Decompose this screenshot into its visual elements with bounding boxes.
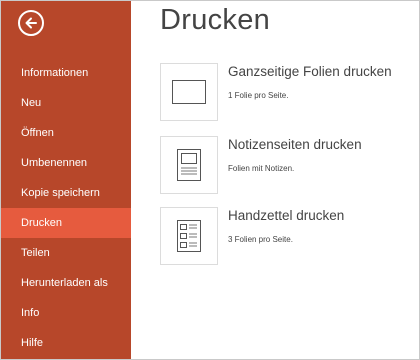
backstage-nav: Informationen Neu Öffnen Umbenennen Kopi… <box>1 58 131 358</box>
nav-item-informationen[interactable]: Informationen <box>1 58 131 88</box>
print-panel: Drucken Ganzseitige Folien drucken 1 Fol… <box>131 1 419 359</box>
option-thumbnail <box>160 207 218 265</box>
print-handouts-option[interactable]: Handzettel drucken 3 Folien pro Seite. <box>160 207 410 265</box>
backstage-sidebar: Informationen Neu Öffnen Umbenennen Kopi… <box>1 1 131 359</box>
option-title: Handzettel drucken <box>228 208 345 223</box>
back-arrow-icon <box>25 17 37 29</box>
option-thumbnail <box>160 63 218 121</box>
notes-page-icon <box>177 149 201 181</box>
nav-item-neu[interactable]: Neu <box>1 88 131 118</box>
print-full-page-slides-option[interactable]: Ganzseitige Folien drucken 1 Folie pro S… <box>160 63 410 121</box>
handout-icon <box>177 220 201 252</box>
option-description: 1 Folie pro Seite. <box>228 91 289 100</box>
option-thumbnail <box>160 136 218 194</box>
page-title: Drucken <box>160 4 271 36</box>
back-button[interactable] <box>18 10 44 36</box>
option-description: Folien mit Notizen. <box>228 164 295 173</box>
nav-item-kopie-speichern[interactable]: Kopie speichern <box>1 178 131 208</box>
option-description: 3 Folien pro Seite. <box>228 235 293 244</box>
nav-item-oeffnen[interactable]: Öffnen <box>1 118 131 148</box>
nav-item-umbenennen[interactable]: Umbenennen <box>1 148 131 178</box>
nav-item-teilen[interactable]: Teilen <box>1 238 131 268</box>
option-title: Notizenseiten drucken <box>228 137 362 152</box>
nav-item-hilfe[interactable]: Hilfe <box>1 328 131 358</box>
backstage-window: Informationen Neu Öffnen Umbenennen Kopi… <box>0 0 420 360</box>
full-page-slide-icon <box>172 80 206 104</box>
print-notes-pages-option[interactable]: Notizenseiten drucken Folien mit Notizen… <box>160 136 410 194</box>
nav-item-drucken[interactable]: Drucken <box>1 208 131 238</box>
nav-item-herunterladen-als[interactable]: Herunterladen als <box>1 268 131 298</box>
nav-item-info[interactable]: Info <box>1 298 131 328</box>
option-title: Ganzseitige Folien drucken <box>228 64 392 79</box>
